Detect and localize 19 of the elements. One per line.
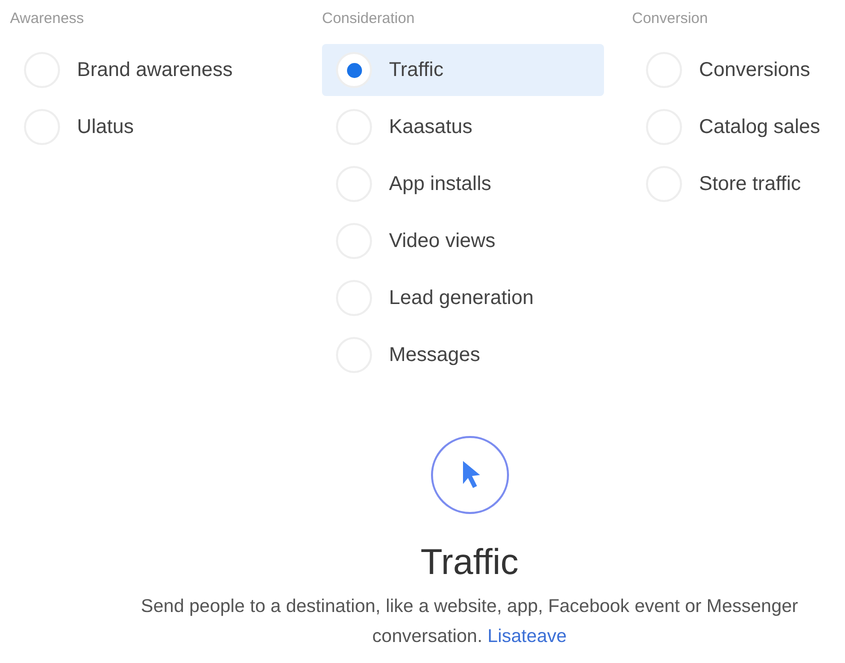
objective-option[interactable]: Messages bbox=[322, 329, 604, 381]
radio-button[interactable] bbox=[336, 52, 372, 88]
group-heading: Awareness bbox=[10, 10, 85, 29]
objective-option[interactable]: Catalog sales bbox=[632, 101, 845, 153]
group-heading: Conversion bbox=[632, 10, 709, 29]
learn-more-link[interactable]: Lisateave bbox=[487, 625, 567, 646]
objective-option[interactable]: Lead generation bbox=[322, 272, 604, 324]
objective-option[interactable]: Kaasatus bbox=[322, 101, 604, 153]
objective-option[interactable]: Video views bbox=[322, 215, 604, 267]
selected-option[interactable]: Traffic bbox=[322, 44, 604, 96]
objective-option[interactable]: Ulatus bbox=[10, 101, 292, 153]
cursor-icon bbox=[430, 435, 510, 515]
objective-option[interactable]: App installs bbox=[322, 158, 604, 210]
objective-option[interactable]: Store traffic bbox=[632, 158, 845, 210]
group-heading: Consideration bbox=[322, 10, 416, 29]
objective-option[interactable]: Conversions bbox=[632, 44, 845, 96]
objective-option[interactable]: Brand awareness bbox=[10, 44, 292, 96]
objective-title: Traffic bbox=[420, 541, 518, 583]
objective-description: Send people to a destination, like a website, app, Facebook event or Messenger conversation. Lisateave bbox=[140, 594, 800, 648]
